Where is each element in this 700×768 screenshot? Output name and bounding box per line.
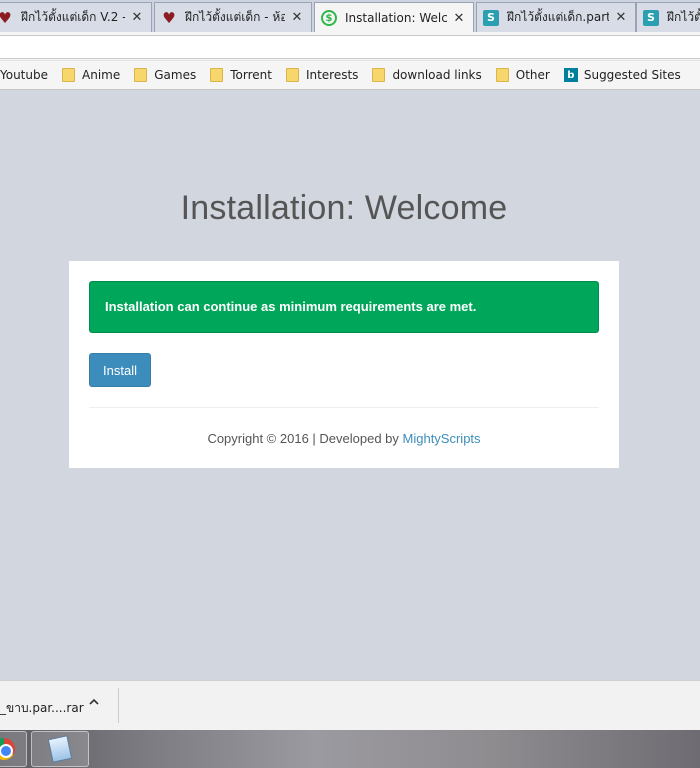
- tab-1[interactable]: ♥ ฝึกไว้ตั้งแต่เด็ก V.2 - ✕: [0, 2, 152, 32]
- tab-5[interactable]: S ฝึกไว้ตั้งแต่เด็ก: [636, 2, 700, 32]
- folder-icon: [372, 68, 386, 82]
- tab-title: ฝึกไว้ตั้งแต่เด็ก - ห้อง: [185, 10, 285, 24]
- close-icon[interactable]: ✕: [291, 10, 303, 25]
- bookmark-games[interactable]: Games: [134, 68, 196, 82]
- mightyscripts-link[interactable]: MightyScripts: [403, 431, 481, 446]
- heart-icon: ♥: [162, 8, 176, 27]
- close-icon[interactable]: ✕: [131, 10, 143, 25]
- heart-icon: ♥: [0, 8, 12, 27]
- close-icon[interactable]: ✕: [453, 11, 465, 26]
- bookmark-label: Youtube: [0, 68, 48, 82]
- dollar-circle-icon: $: [321, 10, 337, 26]
- close-icon[interactable]: ✕: [615, 10, 627, 25]
- tab-installation-welcome[interactable]: $ Installation: Welcome ✕: [314, 2, 474, 32]
- url-input[interactable]: [0, 35, 700, 59]
- folder-icon: [495, 68, 509, 82]
- tab-title: ฝึกไว้ตั้งแต่เด็ก: [667, 10, 700, 24]
- taskbar-notepad[interactable]: [31, 731, 89, 767]
- bookmark-label: Suggested Sites: [583, 68, 681, 82]
- bookmark-label: Other: [515, 68, 550, 82]
- install-button[interactable]: Install: [89, 353, 151, 387]
- folder-icon: [285, 68, 299, 82]
- folder-icon: [210, 68, 224, 82]
- tab-2[interactable]: ♥ ฝึกไว้ตั้งแต่เด็ก - ห้อง ✕: [154, 2, 312, 32]
- bookmark-torrent[interactable]: Torrent: [210, 68, 272, 82]
- bookmark-interests[interactable]: Interests: [285, 68, 359, 82]
- bookmark-other[interactable]: Other: [495, 68, 550, 82]
- s-logo-icon: S: [483, 9, 499, 26]
- tab-title: ฝึกไว้ตั้งแต่เด็ก V.2 -: [21, 10, 125, 24]
- notepad-icon: [47, 735, 73, 763]
- bookmark-label: Interests: [305, 68, 359, 82]
- address-bar: [0, 32, 700, 61]
- taskbar: [0, 730, 700, 768]
- chrome-icon: [0, 738, 15, 760]
- bookmarks-bar: Youtube Anime Games Torrent Interests do…: [0, 61, 700, 90]
- page-title: Installation: Welcome: [180, 189, 508, 227]
- bing-icon: b: [563, 68, 578, 82]
- bookmark-label: Torrent: [230, 68, 272, 82]
- bookmark-suggested-sites[interactable]: b Suggested Sites: [563, 68, 681, 82]
- folder-icon: [134, 68, 148, 82]
- chevron-up-icon[interactable]: [88, 696, 100, 711]
- tab-title: ฝึกไว้ตั้งแต่เด็ก.part3: [507, 10, 609, 24]
- tab-title: Installation: Welcome: [345, 11, 447, 25]
- tab-strip: ♥ ฝึกไว้ตั้งแต่เด็ก V.2 - ✕ ♥ ฝึกไว้ตั้ง…: [0, 0, 700, 32]
- download-shelf: _ขาบ.par....rar: [0, 680, 700, 730]
- download-file-name[interactable]: _ขาบ.par....rar: [0, 699, 84, 718]
- folder-icon: [62, 68, 75, 82]
- s-logo-icon: S: [643, 9, 659, 26]
- bookmark-label: Anime: [82, 68, 121, 82]
- bookmark-youtube[interactable]: Youtube: [0, 68, 48, 82]
- bookmark-download-links[interactable]: download links: [372, 68, 482, 82]
- bookmark-label: download links: [392, 68, 482, 82]
- divider: [118, 688, 119, 723]
- bookmark-anime[interactable]: Anime: [62, 68, 120, 82]
- divider: [89, 407, 599, 408]
- success-alert: Installation can continue as minimum req…: [89, 281, 599, 333]
- taskbar-chrome[interactable]: [0, 731, 27, 767]
- install-card: Installation can continue as minimum req…: [69, 261, 619, 468]
- bookmark-label: Games: [154, 68, 197, 82]
- tab-4[interactable]: S ฝึกไว้ตั้งแต่เด็ก.part3 ✕: [476, 2, 636, 32]
- copyright-text: Copyright © 2016 | Developed by: [207, 431, 403, 446]
- footer: Copyright © 2016 | Developed by MightySc…: [69, 431, 619, 446]
